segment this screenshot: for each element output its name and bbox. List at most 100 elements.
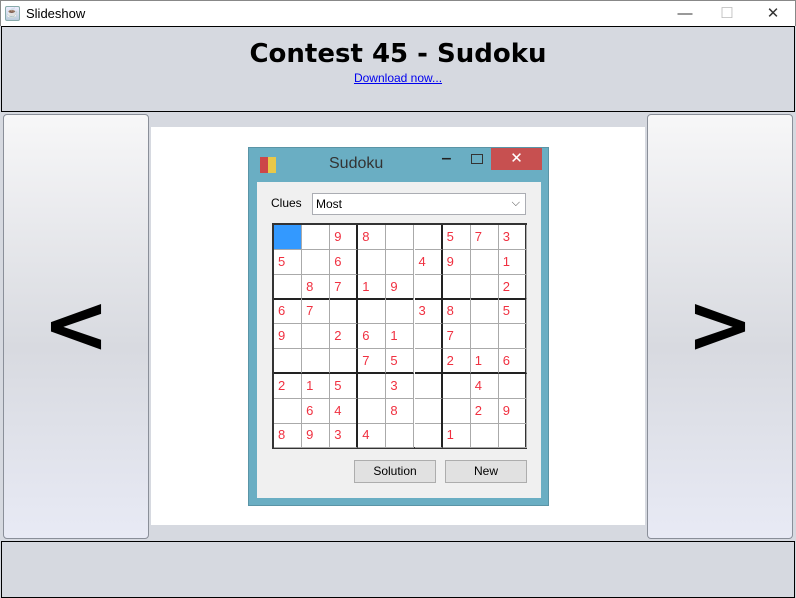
- sudoku-cell: 5: [386, 349, 415, 374]
- sudoku-cell: [498, 423, 527, 449]
- sudoku-cell: 4: [414, 249, 443, 275]
- sudoku-cell: 6: [358, 324, 387, 350]
- sudoku-cell: [470, 249, 499, 275]
- sudoku-cell: 9: [498, 398, 527, 424]
- sudoku-cell: [274, 398, 302, 424]
- clues-label: Clues: [271, 196, 302, 210]
- sudoku-cell: [274, 225, 302, 250]
- sudoku-cell: 3: [414, 299, 443, 325]
- sudoku-cell: [274, 274, 302, 300]
- sudoku-cell: 8: [358, 225, 387, 250]
- sudoku-cell: 2: [274, 373, 302, 399]
- sudoku-screenshot: Sudoku ‒ ✕ Clues Most ⌵ 9857356491871926…: [248, 147, 549, 506]
- maximize-button[interactable]: ☐: [707, 1, 747, 27]
- sudoku-cell: 2: [442, 349, 471, 374]
- sudoku-cell: 1: [470, 349, 499, 374]
- header-panel: Contest 45 - Sudoku Download now...: [1, 26, 795, 112]
- java-app-icon: ☕: [5, 6, 20, 21]
- sudoku-cell: 8: [386, 398, 415, 424]
- sudoku-cell: [414, 349, 443, 374]
- sudoku-cell: [358, 398, 387, 424]
- sudoku-cell: 4: [470, 373, 499, 399]
- sudoku-cell: 9: [442, 249, 471, 275]
- sudoku-cell: [274, 349, 302, 374]
- sudoku-app-icon: [260, 157, 276, 173]
- download-link[interactable]: Download now...: [2, 71, 794, 85]
- sudoku-cell: 5: [498, 299, 527, 325]
- previous-button[interactable]: <: [3, 114, 149, 539]
- bottom-panel: [1, 541, 795, 598]
- sudoku-cell: 8: [442, 299, 471, 325]
- sudoku-cell: 6: [498, 349, 527, 374]
- sudoku-cell: 8: [302, 274, 331, 300]
- sudoku-cell: [330, 349, 359, 374]
- sudoku-cell: 9: [302, 423, 331, 449]
- sudoku-cell: 5: [442, 225, 471, 250]
- sudoku-cell: [302, 225, 331, 250]
- sudoku-cell: 1: [386, 324, 415, 350]
- sudoku-cell: [358, 373, 387, 399]
- sudoku-client: Clues Most ⌵ 985735649187192673859261775…: [257, 182, 541, 498]
- sudoku-cell: [442, 398, 471, 424]
- sudoku-grid: 9857356491871926738592617752162153464829…: [272, 223, 527, 449]
- sudoku-cell: [470, 299, 499, 325]
- sudoku-cell: [498, 324, 527, 350]
- sudoku-cell: 7: [470, 225, 499, 250]
- sudoku-cell: 5: [330, 373, 359, 399]
- sudoku-cell: 3: [498, 225, 527, 250]
- sudoku-cell: 9: [274, 324, 302, 350]
- sudoku-cell: [386, 225, 415, 250]
- sudoku-cell: [302, 324, 331, 350]
- sudoku-cell: [414, 398, 443, 424]
- sudoku-cell: 3: [386, 373, 415, 399]
- sudoku-cell: [414, 324, 443, 350]
- sudoku-cell: 4: [358, 423, 387, 449]
- sudoku-cell: [470, 423, 499, 449]
- sudoku-cell: [414, 423, 443, 449]
- sudoku-cell: [302, 249, 331, 275]
- solution-button: Solution: [354, 460, 436, 483]
- sudoku-cell: [442, 274, 471, 300]
- sudoku-cell: 7: [330, 274, 359, 300]
- sudoku-cell: 7: [358, 349, 387, 374]
- sudoku-cell: 6: [274, 299, 302, 325]
- sudoku-cell: 3: [330, 423, 359, 449]
- sudoku-cell: 4: [330, 398, 359, 424]
- minimize-button[interactable]: —: [665, 1, 705, 27]
- sudoku-cell: [470, 324, 499, 350]
- sudoku-cell: 9: [330, 225, 359, 250]
- sudoku-cell: [386, 249, 415, 275]
- sudoku-cell: 7: [302, 299, 331, 325]
- sudoku-cell: 1: [302, 373, 331, 399]
- window-title: Slideshow: [26, 6, 86, 21]
- title-bar: ☕ Slideshow — ☐ ✕: [0, 0, 796, 26]
- sudoku-cell: [470, 274, 499, 300]
- new-button: New: [445, 460, 527, 483]
- next-button[interactable]: >: [647, 114, 793, 539]
- sudoku-cell: 7: [442, 324, 471, 350]
- sudoku-cell: [330, 299, 359, 325]
- sudoku-cell: 2: [470, 398, 499, 424]
- sudoku-maximize-icon: [471, 154, 483, 164]
- sudoku-cell: 1: [442, 423, 471, 449]
- sudoku-cell: [358, 249, 387, 275]
- sudoku-close-icon: ✕: [491, 148, 542, 170]
- sudoku-cell: [498, 373, 527, 399]
- sudoku-cell: [386, 423, 415, 449]
- sudoku-cell: [414, 225, 443, 250]
- close-button[interactable]: ✕: [753, 1, 793, 27]
- sudoku-cell: [442, 373, 471, 399]
- clues-dropdown: Most ⌵: [312, 193, 526, 215]
- sudoku-minimize-icon: ‒: [442, 150, 451, 167]
- sudoku-cell: 2: [330, 324, 359, 350]
- sudoku-cell: 2: [498, 274, 527, 300]
- sudoku-cell: 1: [358, 274, 387, 300]
- sudoku-cell: 1: [498, 249, 527, 275]
- sudoku-cell: [302, 349, 331, 374]
- sudoku-cell: 6: [302, 398, 331, 424]
- sudoku-cell: [358, 299, 387, 325]
- chevron-down-icon: ⌵: [511, 197, 520, 209]
- slide-title: Contest 45 - Sudoku: [249, 39, 547, 69]
- sudoku-cell: [386, 299, 415, 325]
- sudoku-cell: [414, 274, 443, 300]
